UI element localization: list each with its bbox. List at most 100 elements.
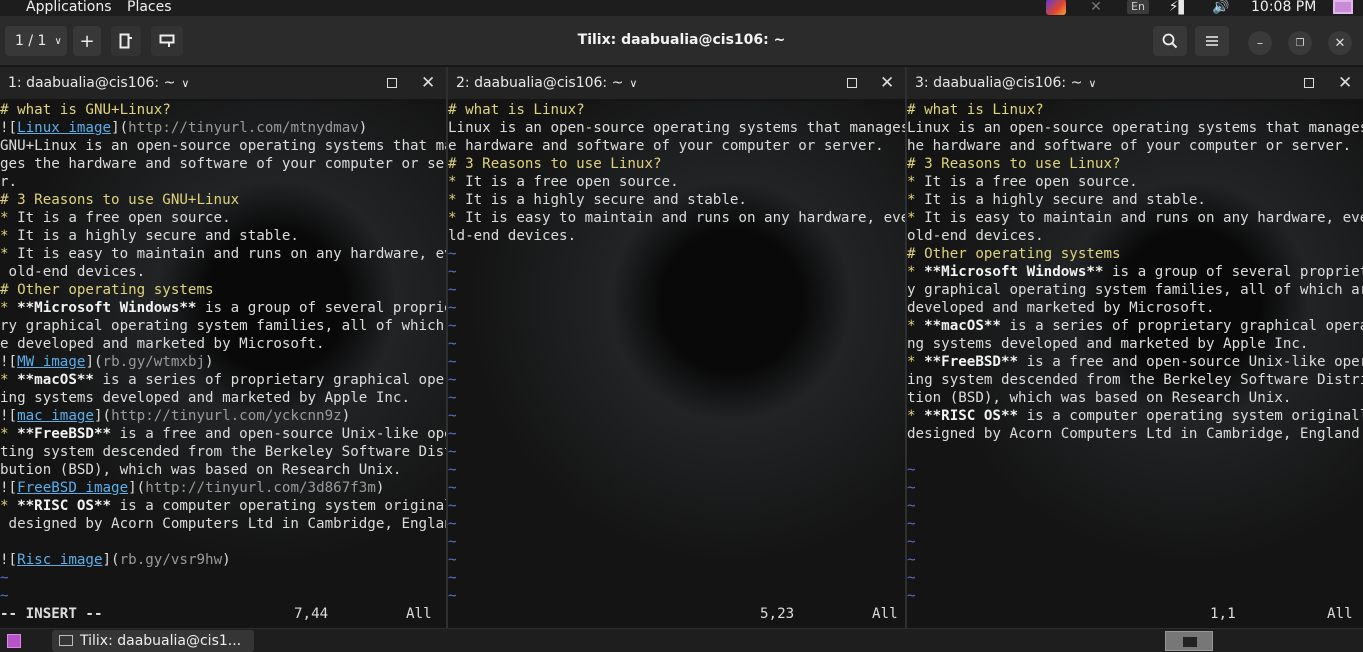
scroll-indicator: All: [872, 606, 898, 622]
terminal-line: ![Linux image](http://tinyurl.com/mtnydm…: [0, 119, 446, 137]
terminal-text: ![: [0, 120, 18, 136]
terminal-text: It is a free open source.: [8, 210, 231, 226]
terminal-content[interactable]: # what is Linux? Linux is an open-source …: [907, 101, 1363, 628]
show-desktop-icon[interactable]: [7, 634, 21, 648]
terminal-text: *: [907, 408, 916, 424]
terminal-pane-2[interactable]: 2: daabualia@cis106: ~ ∨ ✕ # what is Linux?…: [448, 67, 905, 628]
terminal-text: # what is Linux?: [448, 102, 585, 118]
maximize-pane-icon[interactable]: [847, 78, 857, 88]
markdown-url: rb.gy/vsr9hw: [119, 552, 223, 568]
terminal-line: ~: [448, 407, 905, 425]
find-button[interactable]: [1152, 25, 1188, 57]
hamburger-menu-button[interactable]: [1194, 25, 1230, 57]
terminal-text: ): [358, 120, 368, 136]
scroll-indicator: All: [406, 606, 432, 622]
terminal-text: ting system descended from the Berkeley …: [0, 444, 446, 460]
close-pane-icon[interactable]: ✕: [1338, 67, 1352, 99]
terminal-line: ing system descended from the Berkeley S…: [907, 371, 1363, 389]
terminal-line: y graphical operating system families, a…: [907, 281, 1363, 299]
terminal-line: * It is a highly secure and stable.: [907, 191, 1363, 209]
terminal-line: he hardware and software of your compute…: [907, 137, 1363, 155]
places-menu[interactable]: Places: [127, 0, 172, 17]
pane-title[interactable]: 2: daabualia@cis106: ~ ∨: [456, 67, 637, 100]
chevron-down-icon: ∨: [629, 77, 638, 90]
terminal-text: ~: [448, 390, 457, 406]
maximize-button[interactable]: ❐: [1288, 31, 1312, 55]
maximize-pane-icon[interactable]: [1304, 78, 1314, 88]
close-pane-icon[interactable]: ✕: [880, 67, 894, 99]
terminal-pane-1[interactable]: 1: daabualia@cis106: ~ ∨ ✕ # what is GNU+Li…: [0, 67, 446, 628]
terminal-text: ld-end devices.: [448, 228, 577, 244]
terminal-text: It is easy to maintain and runs on any h…: [8, 246, 446, 262]
pane-titlebar[interactable]: 3: daabualia@cis106: ~ ∨ ✕: [907, 67, 1363, 99]
terminal-text: It is a free open source.: [456, 174, 679, 190]
clock[interactable]: 10:08 PM: [1251, 0, 1316, 17]
terminal-text: ~: [907, 516, 916, 532]
terminal-line: ~: [907, 515, 1363, 533]
pane-title[interactable]: 1: daabualia@cis106: ~ ∨: [8, 67, 189, 100]
terminal-line: ~: [907, 461, 1363, 479]
close-pane-icon[interactable]: ✕: [421, 67, 435, 99]
terminal-line: Linux is an open-source operating system…: [448, 119, 905, 137]
terminal-content[interactable]: # what is Linux? Linux is an open-source …: [448, 101, 905, 628]
terminal-pane-3[interactable]: 3: daabualia@cis106: ~ ∨ ✕ # what is Linux?…: [907, 67, 1363, 628]
terminal-text: # 3 Reasons to use Linux?: [448, 156, 662, 172]
terminal-text: ![: [0, 480, 18, 496]
terminal-text: *: [0, 300, 9, 316]
network-icon[interactable]: ✕: [1085, 0, 1107, 16]
chevron-down-icon: ∨: [181, 77, 190, 90]
volume-icon[interactable]: 🔊: [1208, 0, 1234, 16]
pane-titlebar[interactable]: 2: daabualia@cis106: ~ ∨ ✕: [448, 67, 905, 99]
terminal-text: GNU+Linux is an open-source operating sy…: [0, 138, 446, 154]
close-window-button[interactable]: ✕: [1328, 31, 1352, 55]
terminal-text: *: [448, 192, 457, 208]
terminal-text: ~: [448, 534, 457, 550]
terminal-line: ![mac image](http://tinyurl.com/yckcnn9z…: [0, 407, 446, 425]
terminal-text: he hardware and software of your compute…: [907, 138, 1352, 154]
applications-menu[interactable]: Applications: [26, 0, 112, 17]
terminal-line: ~: [448, 371, 905, 389]
terminal-text: *: [448, 174, 457, 190]
terminal-content[interactable]: # what is GNU+Linux? ![Linux image](http:…: [0, 101, 446, 628]
terminal-text: *: [907, 210, 916, 226]
terminal-text: *: [907, 264, 916, 280]
terminal-text: # Other operating systems: [0, 282, 214, 298]
firefox-icon[interactable]: [1045, 0, 1067, 16]
terminal-text: It is a highly secure and stable.: [456, 192, 747, 208]
pane-title-text: 3: daabualia@cis106: ~: [915, 75, 1083, 91]
terminal-text: ~: [448, 516, 457, 532]
terminal-text: It is a highly secure and stable.: [915, 192, 1206, 208]
terminal-text: ~: [448, 444, 457, 460]
terminal-text: y graphical operating system families, a…: [907, 282, 1363, 298]
terminal-line: developed and marketed by Microsoft.: [907, 299, 1363, 317]
terminal-text: is a computer operating system originall…: [1018, 408, 1363, 424]
pane-titlebar[interactable]: 1: daabualia@cis106: ~ ∨ ✕: [0, 67, 446, 99]
taskbar-window-tilix[interactable]: Tilix: daabualia@cis1...: [52, 630, 254, 652]
minimize-button[interactable]: –: [1248, 31, 1272, 55]
terminal-text: ](: [85, 354, 103, 370]
terminal-text: is a free and open-source Unix-like oper…: [1018, 354, 1363, 370]
pane-title-text: 2: daabualia@cis106: ~: [456, 75, 624, 91]
terminal-line: # 3 Reasons to use Linux?: [907, 155, 1363, 173]
terminal-text: Linux is an open-source operating system…: [448, 120, 905, 136]
restore-icon: ❐: [1295, 37, 1305, 49]
terminal-line: ~: [448, 551, 905, 569]
terminal-line: # Other operating systems: [907, 245, 1363, 263]
bottom-taskbar: Tilix: daabualia@cis1...: [0, 628, 1363, 652]
terminal-line: designed by Acorn Computers Ltd in Cambr…: [0, 515, 446, 533]
terminal-text: It is a highly secure and stable.: [8, 228, 299, 244]
battery-icon[interactable]: ⚡▌: [1166, 0, 1192, 16]
terminal-line: * It is easy to maintain and runs on any…: [448, 209, 905, 227]
maximize-pane-icon[interactable]: [387, 78, 397, 88]
workspace-switcher[interactable]: [1165, 631, 1213, 651]
terminal-text: **FreeBSD**: [924, 354, 1019, 370]
desktop-switcher-icon[interactable]: [1330, 0, 1356, 16]
terminal-text: old-end devices.: [907, 228, 1044, 244]
keyboard-layout-indicator[interactable]: En: [1126, 0, 1150, 16]
terminal-text: *: [907, 318, 916, 334]
terminal-text: *: [0, 228, 9, 244]
pane-title[interactable]: 3: daabualia@cis106: ~ ∨: [915, 67, 1096, 100]
terminal-line: ~: [448, 533, 905, 551]
